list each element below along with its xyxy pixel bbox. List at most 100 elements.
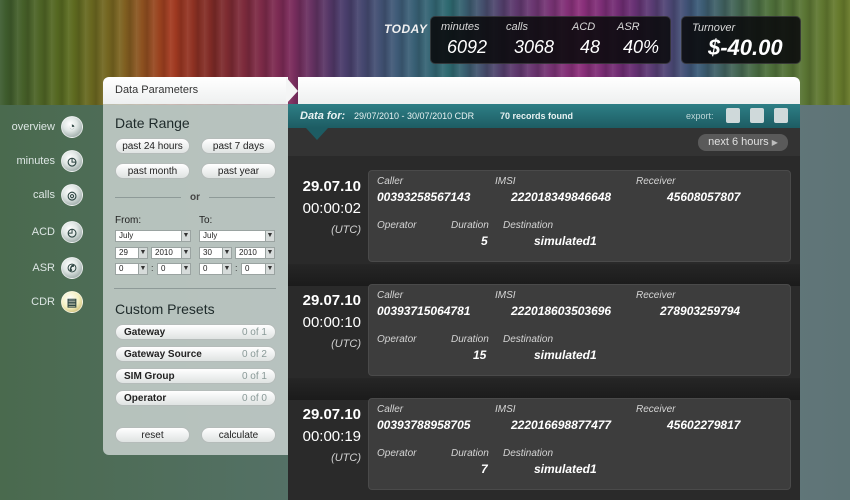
to-label: To: [199,215,213,226]
phone-icon: ✆ [61,257,83,279]
nav-label: ASR [32,262,55,274]
stat-calls-label: calls [506,21,529,33]
chevron-down-icon: ▼ [138,248,147,258]
stat-calls-value: 3068 [514,37,555,57]
stat-minutes-value: 6092 [447,37,488,57]
nav-item-minutes[interactable]: minutes ◷ [16,148,83,174]
from-minute-value: 0 [161,264,166,273]
preset-name: Operator [124,393,167,404]
operator-label: Operator [377,334,417,345]
destination-label: Destination [503,334,554,345]
to-hour-select[interactable]: 0 ▼ [199,263,232,275]
nav-item-asr[interactable]: ASR ✆ [32,255,83,281]
calculate-button[interactable]: calculate [201,427,276,443]
destination-label: Destination [503,220,554,231]
duration-label: Duration [451,448,489,459]
imsi-label: IMSI [495,176,516,187]
time-separator: : [151,263,154,273]
from-month-select[interactable]: July ▼ [115,230,191,242]
data-parameters-panel: Date Range past 24 hours past 7 days pas… [103,104,288,455]
from-hour-select[interactable]: 0 ▼ [115,263,148,275]
section-divider [114,288,276,289]
or-divider-left [115,197,181,198]
caller-value: 00393258567143 [377,190,471,204]
past-year-button[interactable]: past year [201,163,276,179]
pdf-export-icon[interactable] [750,108,764,123]
chevron-down-icon: ▼ [222,264,231,274]
preset-count: 0 of 2 [241,349,267,360]
today-stats-box: minutes 6092 calls 3068 ACD 48 ASR 40% [430,16,671,64]
header-strip [298,77,800,104]
gauge-icon: ◔ [61,116,83,138]
turnover-value: $-40.00 [708,35,783,60]
record-card[interactable]: Caller 00393258567143 IMSI 2220183498466… [368,170,791,262]
record-time: 00:00:19 [302,428,361,445]
nav-label: overview [11,121,55,133]
print-icon[interactable] [726,108,740,123]
operator-label: Operator [377,448,417,459]
duration-label: Duration [451,334,489,345]
preset-gateway[interactable]: Gateway 0 of 1 [115,324,276,340]
receiver-label: Receiver [636,290,676,301]
preset-operator[interactable]: Operator 0 of 0 [115,390,276,406]
chevron-down-icon: ▼ [138,264,147,274]
duration-value: 15 [473,348,487,362]
today-label: TODAY [384,22,428,36]
preset-gateway-source[interactable]: Gateway Source 0 of 2 [115,346,276,362]
record-card[interactable]: Caller 00393788958705 IMSI 2220166988774… [368,398,791,490]
receiver-value: 45608057807 [667,190,741,204]
chevron-down-icon: ▼ [265,231,274,241]
caller-value: 00393715064781 [377,304,471,318]
stat-minutes-label: minutes [441,21,480,33]
stat-asr-value: 40% [623,37,660,57]
chevron-down-icon: ▼ [265,264,274,274]
from-minute-select[interactable]: 0 ▼ [157,263,191,275]
duration-value: 5 [481,234,488,248]
record-card[interactable]: Caller 00393715064781 IMSI 2220186035036… [368,284,791,376]
imsi-value: 222018603503696 [511,304,612,318]
chevron-down-icon: ▼ [265,248,274,258]
receiver-label: Receiver [636,404,676,415]
stat-acd: ACD 48 [572,21,600,58]
data-parameters-header: Data Parameters [103,77,288,104]
to-minute-select[interactable]: 0 ▼ [241,263,275,275]
from-label: From: [115,215,142,226]
clock-icon: ◷ [61,150,83,172]
stat-asr: ASR 40% [617,21,659,58]
past-month-button[interactable]: past month [115,163,190,179]
date-range-title: Date Range [115,115,190,131]
data-info-bar: Data for: 29/07/2010 - 30/07/2010 CDR 70… [288,104,800,128]
record-separator [288,378,800,400]
nav-item-cdr[interactable]: CDR ▤ [31,289,83,315]
past-7-days-button[interactable]: past 7 days [201,138,276,154]
nav-item-acd[interactable]: ACD ◴ [32,219,83,245]
operator-label: Operator [377,220,417,231]
image-export-icon[interactable] [774,108,788,123]
to-month-value: July [203,231,218,240]
nav-item-overview[interactable]: overview ◔ [12,114,83,140]
duration-value: 7 [481,462,488,476]
nav-label: CDR [31,296,55,308]
nav-item-calls[interactable]: calls ◎ [33,182,83,208]
to-day-select[interactable]: 30 ▼ [199,247,232,259]
reset-button[interactable]: reset [115,427,190,443]
from-month-value: July [119,231,134,240]
next-6-hours-button[interactable]: next 6 hours ▶ [698,134,788,151]
to-year-select[interactable]: 2010 ▼ [235,247,275,259]
header-arrow [286,77,298,104]
record-date: 29.07.10 [302,406,361,423]
from-year-select[interactable]: 2010 ▼ [151,247,191,259]
preset-count: 0 of 1 [241,371,267,382]
nav-label: minutes [16,155,55,167]
from-day-select[interactable]: 29 ▼ [115,247,148,259]
custom-presets-title: Custom Presets [115,301,215,317]
to-month-select[interactable]: July ▼ [199,230,275,242]
receiver-value: 45602279817 [667,418,741,432]
next-button-label: next 6 hours [708,136,769,148]
stat-minutes: minutes 6092 [441,21,487,58]
cdr-results: Data for: 29/07/2010 - 30/07/2010 CDR 70… [288,104,800,500]
past-24-hours-button[interactable]: past 24 hours [115,138,190,154]
preset-sim-group[interactable]: SIM Group 0 of 1 [115,368,276,384]
chevron-down-icon: ▼ [181,264,190,274]
caller-label: Caller [377,290,404,301]
